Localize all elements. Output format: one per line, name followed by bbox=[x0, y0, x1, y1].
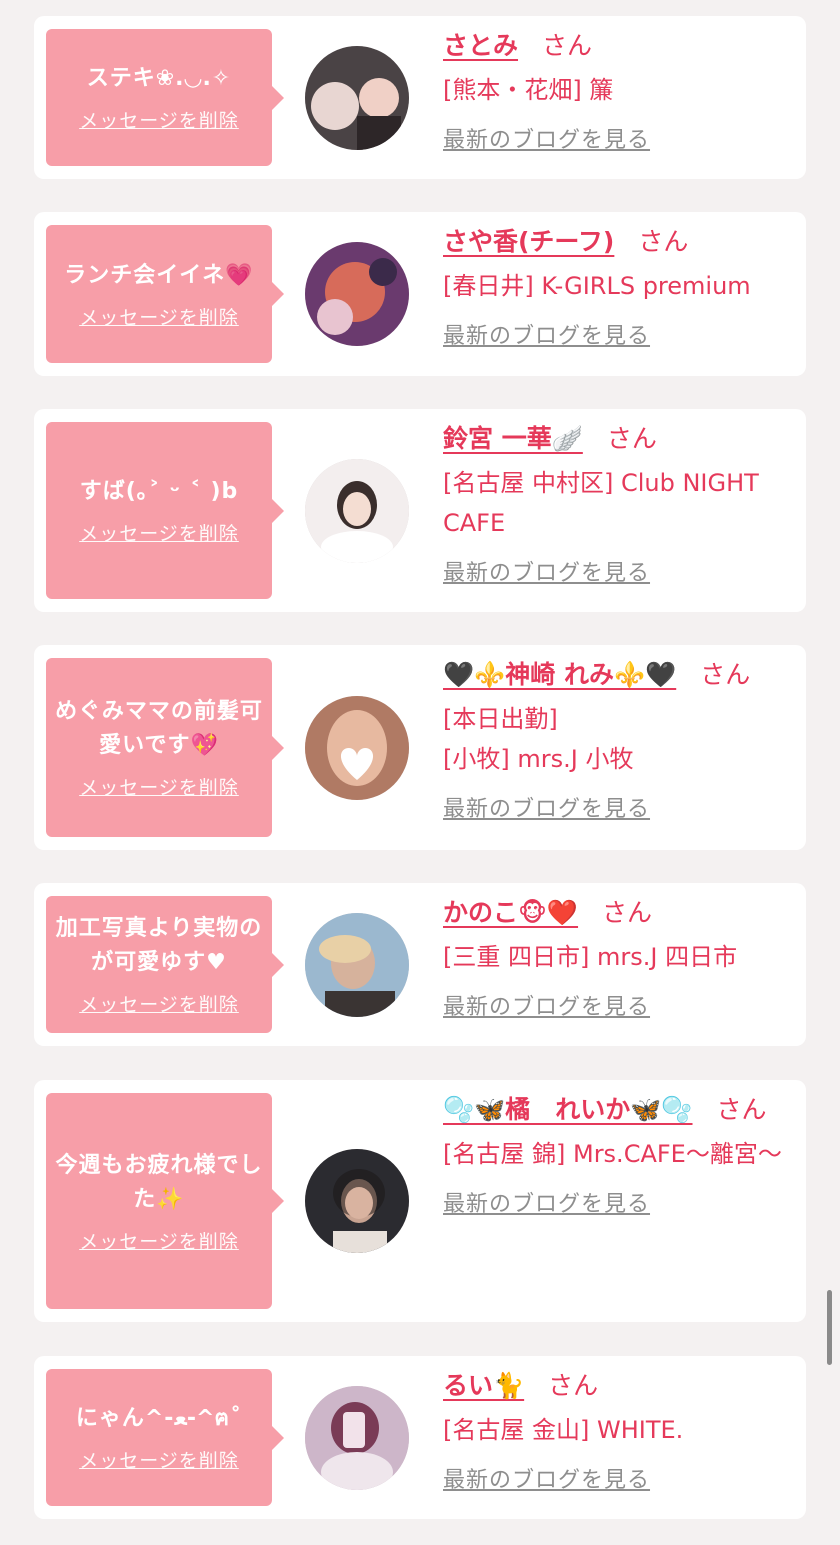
honorific: さん bbox=[602, 898, 653, 927]
message-bubble: 今週もお疲れ様でした✨ メッセージを削除 bbox=[46, 1093, 284, 1309]
message-card: ランチ会イイネ💗 メッセージを削除 さや香(チーフ) さん [春日井] K-GIR… bbox=[34, 212, 806, 376]
avatar[interactable] bbox=[305, 459, 409, 563]
message-text: めぐみママの前髪可愛いです💖 bbox=[55, 699, 263, 758]
profile-name-link[interactable]: 🫧🦋橘 れいか🦋🫧 bbox=[443, 1095, 693, 1124]
delete-message-link[interactable]: メッセージを削除 bbox=[79, 303, 239, 330]
avatar[interactable] bbox=[305, 1386, 409, 1490]
avatar-photo bbox=[305, 1386, 409, 1490]
profile-info: 🖤⚜️神崎 れみ⚜️🖤 さん [本日出勤] [小牧] mrs.J 小牧 最新のブロ… bbox=[443, 655, 788, 823]
message-card: すば(｡˃ ᵕ ˂ )b メッセージを削除 鈴宮 一華🪽 さん [名古屋 中村区]… bbox=[34, 409, 806, 612]
profile-name-link[interactable]: るい🐈 bbox=[443, 1371, 524, 1400]
avatar-photo bbox=[305, 1149, 409, 1253]
delete-message-link[interactable]: メッセージを削除 bbox=[79, 106, 239, 133]
avatar-photo bbox=[305, 459, 409, 563]
latest-blog-link[interactable]: 最新のブログを見る bbox=[443, 1186, 650, 1218]
avatar[interactable] bbox=[305, 913, 409, 1017]
message-card: にゃん^-ﻌ-^ฅ˚ メッセージを削除 るい🐈 さん [名古屋 金山] WHITE… bbox=[34, 1356, 806, 1519]
latest-blog-link[interactable]: 最新のブログを見る bbox=[443, 791, 650, 823]
message-text: 加工写真より実物のが可愛ゆす♥ bbox=[55, 916, 263, 975]
work-status: [本日出勤] bbox=[443, 705, 558, 733]
delete-message-link[interactable]: メッセージを削除 bbox=[79, 1227, 239, 1254]
avatar[interactable] bbox=[305, 242, 409, 346]
profile-name-link[interactable]: かのこ🐵❤️ bbox=[443, 898, 578, 927]
shop-info: [三重 四日市] mrs.J 四日市 bbox=[443, 943, 738, 971]
message-card: 加工写真より実物のが可愛ゆす♥ メッセージを削除 かのこ🐵❤️ さん [三重 四日… bbox=[34, 883, 806, 1046]
profile-info: 鈴宮 一華🪽 さん [名古屋 中村区] Club NIGHT CAFE 最新のブロ… bbox=[443, 419, 788, 587]
latest-blog-link[interactable]: 最新のブログを見る bbox=[443, 122, 650, 154]
honorific: さん bbox=[542, 31, 593, 60]
message-card: ステキ❀.◡.✧ メッセージを削除 さとみ さん [熊本・花畑] 簾 最新のブログ… bbox=[34, 16, 806, 179]
shop-info: [春日井] K-GIRLS premium bbox=[443, 272, 751, 300]
profile-info: るい🐈 さん [名古屋 金山] WHITE. 最新のブログを見る bbox=[443, 1366, 788, 1494]
message-text: ステキ❀.◡.✧ bbox=[86, 66, 232, 91]
shop-info: [名古屋 錦] Mrs.CAFE～離宮～ bbox=[443, 1140, 782, 1168]
message-card: 今週もお疲れ様でした✨ メッセージを削除 🫧🦋橘 れいか🦋🫧 さん [名古屋 錦]… bbox=[34, 1080, 806, 1322]
message-text: ランチ会イイネ💗 bbox=[64, 262, 254, 288]
latest-blog-link[interactable]: 最新のブログを見る bbox=[443, 989, 650, 1021]
profile-info: 🫧🦋橘 れいか🦋🫧 さん [名古屋 錦] Mrs.CAFE～離宮～ 最新のブログを… bbox=[443, 1090, 788, 1218]
avatar[interactable] bbox=[305, 696, 409, 800]
message-bubble: めぐみママの前髪可愛いです💖 メッセージを削除 bbox=[46, 658, 284, 837]
message-bubble: にゃん^-ﻌ-^ฅ˚ メッセージを削除 bbox=[46, 1369, 284, 1506]
avatar[interactable] bbox=[305, 1149, 409, 1253]
message-bubble: ランチ会イイネ💗 メッセージを削除 bbox=[46, 225, 284, 363]
profile-info: さや香(チーフ) さん [春日井] K-GIRLS premium 最新のブログを… bbox=[443, 222, 788, 350]
avatar[interactable] bbox=[305, 46, 409, 150]
profile-info: かのこ🐵❤️ さん [三重 四日市] mrs.J 四日市 最新のブログを見る bbox=[443, 893, 788, 1021]
shop-info: [名古屋 金山] WHITE. bbox=[443, 1416, 684, 1444]
latest-blog-link[interactable]: 最新のブログを見る bbox=[443, 318, 650, 350]
delete-message-link[interactable]: メッセージを削除 bbox=[79, 990, 239, 1017]
message-card: めぐみママの前髪可愛いです💖 メッセージを削除 🖤⚜️神崎 れみ⚜️🖤 さん [本… bbox=[34, 645, 806, 850]
message-bubble: 加工写真より実物のが可愛ゆす♥ メッセージを削除 bbox=[46, 896, 284, 1033]
message-text: すば(｡˃ ᵕ ˂ )b bbox=[79, 479, 239, 504]
latest-blog-link[interactable]: 最新のブログを見る bbox=[443, 555, 650, 587]
scrollbar[interactable] bbox=[827, 1290, 832, 1365]
avatar-photo bbox=[305, 242, 409, 346]
message-bubble: すば(｡˃ ᵕ ˂ )b メッセージを削除 bbox=[46, 422, 284, 599]
message-text: 今週もお疲れ様でした✨ bbox=[55, 1152, 263, 1212]
honorific: さん bbox=[548, 1371, 599, 1400]
delete-message-link[interactable]: メッセージを削除 bbox=[79, 1446, 239, 1473]
delete-message-link[interactable]: メッセージを削除 bbox=[79, 773, 239, 800]
shop-info: [名古屋 中村区] Club NIGHT CAFE bbox=[443, 469, 759, 537]
honorific: さん bbox=[638, 227, 689, 256]
favorites-message-list: ステキ❀.◡.✧ メッセージを削除 さとみ さん [熊本・花畑] 簾 最新のブログ… bbox=[0, 0, 840, 1545]
honorific: さん bbox=[716, 1095, 767, 1124]
profile-info: さとみ さん [熊本・花畑] 簾 最新のブログを見る bbox=[443, 26, 788, 154]
avatar-photo bbox=[305, 913, 409, 1017]
latest-blog-link[interactable]: 最新のブログを見る bbox=[443, 1462, 650, 1494]
profile-name-link[interactable]: 鈴宮 一華🪽 bbox=[443, 424, 583, 453]
shop-info: [小牧] mrs.J 小牧 bbox=[443, 745, 634, 773]
profile-name-link[interactable]: 🖤⚜️神崎 れみ⚜️🖤 bbox=[443, 660, 676, 689]
profile-name-link[interactable]: さとみ bbox=[443, 31, 518, 60]
avatar-photo bbox=[305, 46, 409, 150]
honorific: さん bbox=[606, 424, 657, 453]
shop-info: [熊本・花畑] 簾 bbox=[443, 76, 614, 104]
message-text: にゃん^-ﻌ-^ฅ˚ bbox=[75, 1406, 243, 1431]
delete-message-link[interactable]: メッセージを削除 bbox=[79, 519, 239, 546]
honorific: さん bbox=[700, 660, 751, 689]
message-bubble: ステキ❀.◡.✧ メッセージを削除 bbox=[46, 29, 284, 166]
profile-name-link[interactable]: さや香(チーフ) bbox=[443, 227, 614, 256]
avatar-photo bbox=[305, 696, 409, 800]
